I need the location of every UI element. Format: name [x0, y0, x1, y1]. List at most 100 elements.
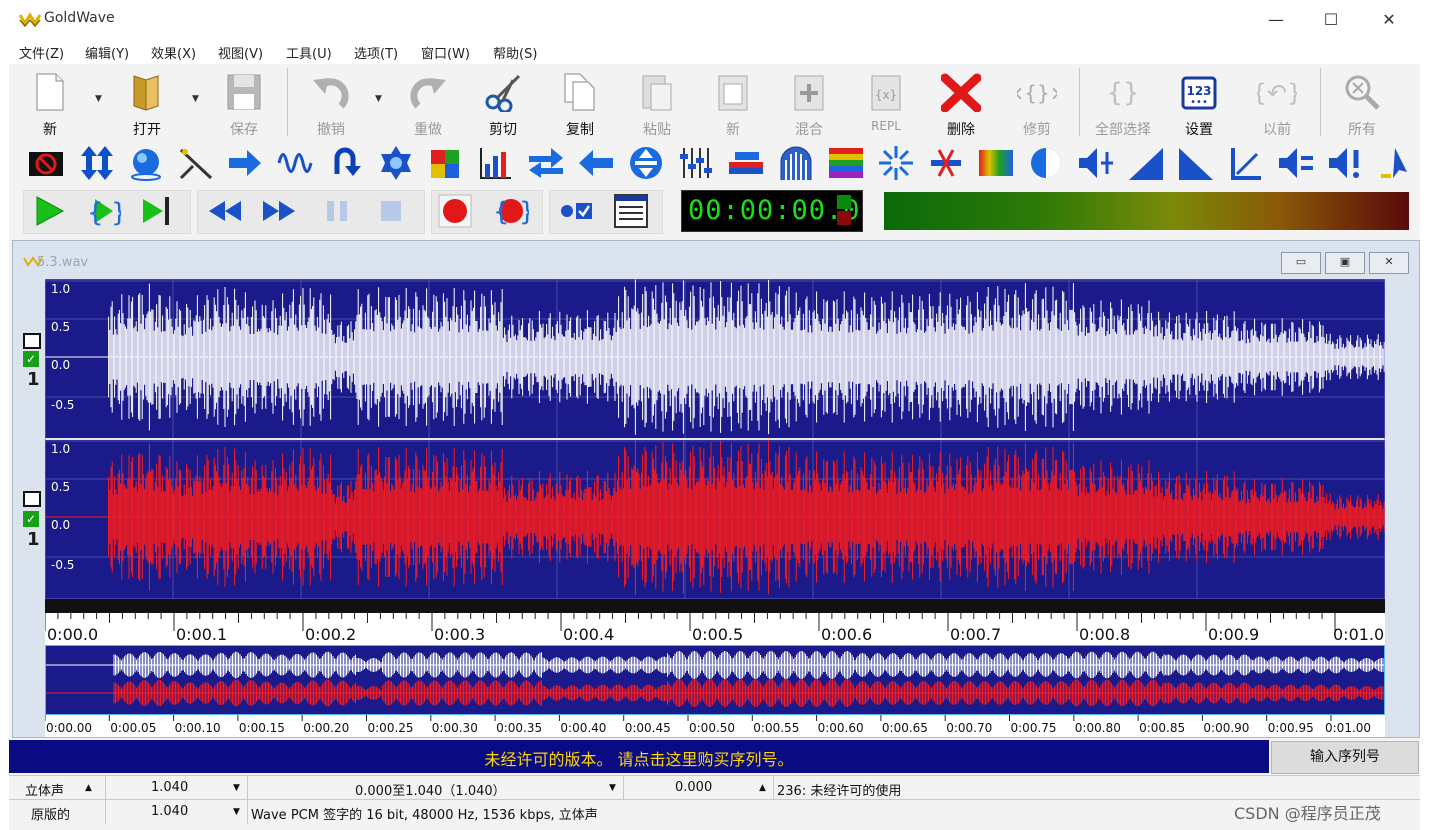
vertical-arrows-icon[interactable]: [77, 144, 115, 182]
pause-icon[interactable]: [319, 193, 355, 229]
replace-button[interactable]: {x} REPL: [854, 68, 918, 138]
menu-edit[interactable]: 编辑(Y): [85, 43, 129, 62]
copy-button[interactable]: 复制: [548, 68, 612, 138]
time-ruler[interactable]: 0:00.0 0:00.1 0:00.2 0:00.3 0:00.4 0:00.5 0:00…: [45, 599, 1385, 645]
equalizer-icon[interactable]: [677, 144, 715, 182]
new-dropdown-icon[interactable]: ▼: [95, 94, 102, 104]
cursor-icon[interactable]: [1377, 144, 1415, 182]
cross-out-icon[interactable]: [927, 144, 965, 182]
play-selection-icon[interactable]: {}: [85, 193, 121, 229]
speaker-half-icon[interactable]: [1027, 144, 1065, 182]
zoom-all-button[interactable]: 所有: [1330, 68, 1394, 138]
volume-equal-icon[interactable]: [1277, 144, 1315, 182]
status-divider: [247, 800, 248, 824]
menu-effects[interactable]: 效果(X): [151, 43, 196, 62]
select-all-label: 全部选择: [1095, 122, 1151, 138]
right-channel-number: 1: [27, 529, 40, 550]
gate-icon[interactable]: [777, 144, 815, 182]
open-button[interactable]: 打开: [115, 68, 179, 138]
undo-button[interactable]: 撤销: [299, 68, 363, 138]
sphere-icon[interactable]: [127, 144, 165, 182]
colorful-cube-icon[interactable]: [427, 144, 465, 182]
paste-new-label: 新: [726, 122, 740, 138]
volume-split-icon[interactable]: [1077, 144, 1115, 182]
menu-tools[interactable]: 工具(U): [286, 43, 332, 62]
record-selection-icon[interactable]: {}: [493, 193, 529, 229]
trim-button[interactable]: ×{}× 修剪: [1005, 68, 1069, 138]
overview-tick-label: 0:00.45: [625, 721, 671, 735]
play-icon[interactable]: [31, 193, 67, 229]
effects-toolbar: [9, 140, 1420, 186]
doc-restore-button[interactable]: ▣: [1325, 252, 1365, 274]
unregistered-banner[interactable]: 未经许可的版本。 请点击这里购买序列号。: [9, 740, 1269, 773]
selection-dropdown-icon[interactable]: ▼: [609, 783, 616, 793]
double-arrow-icon[interactable]: [527, 144, 565, 182]
gear-blue-icon[interactable]: [377, 144, 415, 182]
left-channel-meter[interactable]: [23, 333, 41, 349]
ramp-up-icon[interactable]: [1127, 144, 1165, 182]
marker-left-icon[interactable]: [1227, 144, 1265, 182]
channels-up-icon[interactable]: ▲: [85, 783, 92, 793]
menu-help[interactable]: 帮助(S): [493, 43, 537, 62]
paste-new-button[interactable]: 新: [701, 68, 765, 138]
overview-waveform[interactable]: [45, 645, 1385, 715]
set-button[interactable]: 123 ••• 设置: [1167, 68, 1231, 138]
menu-window[interactable]: 窗口(W): [421, 43, 470, 62]
arrow-right-in-icon[interactable]: [227, 144, 265, 182]
waveform-view[interactable]: 1.0 0.5 0.0 -0.5 1.0 0.5 0.0 -0.5: [45, 279, 1385, 599]
undo-dropdown-icon[interactable]: ▼: [375, 94, 382, 104]
doc-minimize-button[interactable]: ▭: [1281, 252, 1321, 274]
cross-fade-icon[interactable]: [177, 144, 215, 182]
play-to-end-icon[interactable]: [139, 193, 175, 229]
bar-chart-icon[interactable]: [477, 144, 515, 182]
delete-button[interactable]: 删除: [929, 68, 993, 138]
enter-serial-button[interactable]: 输入序列号: [1271, 741, 1419, 774]
control-panel-icon[interactable]: [613, 193, 649, 229]
stop-sign-icon[interactable]: [27, 144, 65, 182]
paste-button[interactable]: 粘贴: [625, 68, 689, 138]
y-axis-label: -0.5: [51, 398, 74, 412]
right-channel-checkbox[interactable]: ✓: [23, 511, 39, 527]
rewind-icon[interactable]: [207, 193, 243, 229]
open-dropdown-icon[interactable]: ▼: [192, 94, 199, 104]
wave-icon[interactable]: [277, 144, 315, 182]
circle-vertical-icon[interactable]: [627, 144, 665, 182]
select-all-button[interactable]: {} 全部选择: [1091, 68, 1155, 138]
doc-close-button[interactable]: ✕: [1369, 252, 1409, 274]
record-icon[interactable]: [437, 193, 473, 229]
left-channel-checkbox[interactable]: ✓: [23, 351, 39, 367]
monitor-icon[interactable]: [557, 193, 593, 229]
previous-button[interactable]: {↶} 以前: [1245, 68, 1309, 138]
right-channel-meter[interactable]: [23, 491, 41, 507]
spark-icon[interactable]: [877, 144, 915, 182]
close-button[interactable]: ✕: [1366, 8, 1412, 32]
unregistered-message[interactable]: 未经许可的版本。 请点击这里购买序列号。: [9, 746, 1269, 770]
spectrum-icon[interactable]: [977, 144, 1015, 182]
minimize-button[interactable]: —: [1253, 8, 1299, 32]
menu-file[interactable]: 文件(Z): [19, 43, 64, 62]
stop-icon[interactable]: [373, 193, 409, 229]
rainbow-bars-icon[interactable]: [827, 144, 865, 182]
fast-forward-icon[interactable]: [261, 193, 297, 229]
menu-view[interactable]: 视图(V): [218, 43, 263, 62]
save-button[interactable]: 保存: [212, 68, 276, 138]
mix-button[interactable]: 混合: [777, 68, 841, 138]
new-button[interactable]: 新: [18, 68, 82, 138]
original-dropdown-icon[interactable]: ▼: [233, 807, 240, 817]
arrow-left-icon[interactable]: [577, 144, 615, 182]
overview-tick-label: 0:00.40: [560, 721, 606, 735]
maximize-button[interactable]: ☐: [1308, 8, 1354, 32]
volume-bang-icon[interactable]: [1327, 144, 1365, 182]
y-axis-label: 0.5: [51, 320, 70, 334]
overview-tick-label: 0:00.70: [946, 721, 992, 735]
position-up-icon[interactable]: ▲: [759, 783, 766, 793]
time-tick-label: 0:00.9: [1208, 625, 1259, 644]
redo-button[interactable]: 重做: [396, 68, 460, 138]
length-dropdown-icon[interactable]: ▼: [233, 783, 240, 793]
filter-bars-icon[interactable]: [727, 144, 765, 182]
loop-back-icon[interactable]: [327, 144, 365, 182]
status-bar-1: 立体声 ▲ 1.040 ▼ 0.000至1.040（1.040） ▼ 0.000…: [9, 775, 1420, 800]
ramp-down-icon[interactable]: [1177, 144, 1215, 182]
cut-button[interactable]: 剪切: [471, 68, 535, 138]
menu-options[interactable]: 选项(T): [354, 43, 398, 62]
